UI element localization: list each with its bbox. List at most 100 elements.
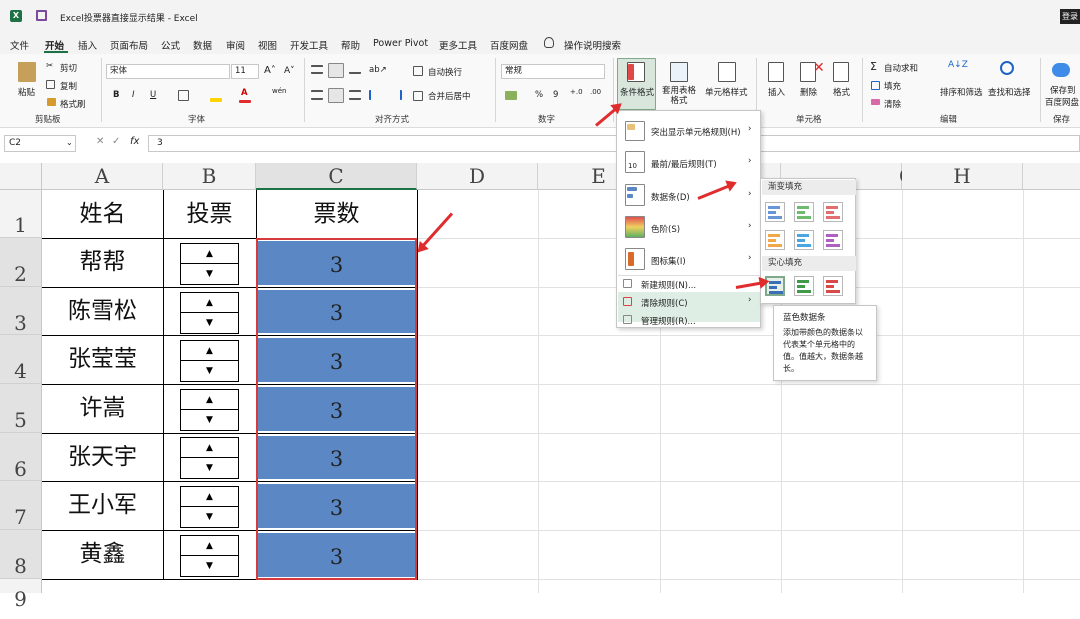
name-cell[interactable]: 帮帮 [42, 238, 163, 287]
save-icon[interactable] [36, 10, 47, 21]
save-to-label[interactable]: 保存到 [1050, 84, 1076, 96]
tab-home[interactable]: 开始 [45, 38, 64, 52]
orientation-icon[interactable]: ab↗ [369, 65, 387, 75]
row-header-6[interactable]: 6 [0, 433, 42, 481]
row-header-8[interactable]: 8 [0, 530, 42, 579]
enter-icon[interactable]: ✓ [112, 136, 120, 147]
header-cell-count[interactable]: 票数 [256, 190, 417, 238]
tab-baidu-netdisk[interactable]: 百度网盘 [490, 38, 528, 52]
header-cell-vote[interactable]: 投票 [163, 190, 256, 238]
align-left-icon[interactable] [311, 90, 323, 100]
name-cell[interactable]: 张莹莹 [42, 335, 163, 384]
tell-me-search[interactable]: 操作说明搜索 [564, 38, 621, 52]
menu-item-highlight-rules[interactable]: 突出显示单元格规则(H) [651, 126, 794, 138]
insert-function-button[interactable]: fx [130, 136, 139, 147]
gradient-blue-bar-option[interactable] [765, 202, 785, 222]
spinner-up-button[interactable]: ▲ [181, 341, 238, 361]
vote-spinner[interactable]: ▲ ▼ [180, 340, 239, 382]
underline-button[interactable]: U [150, 90, 156, 100]
insert-cells-icon[interactable] [768, 62, 784, 82]
merge-center-icon[interactable] [413, 91, 423, 101]
gradient-lightblue-bar-option[interactable] [794, 230, 814, 250]
spinner-down-button[interactable]: ▼ [181, 313, 238, 333]
merge-center-button[interactable]: 合并后居中 [428, 90, 471, 102]
name-cell[interactable]: 黄鑫 [42, 530, 163, 579]
cell-styles-button[interactable]: 单元格样式 [705, 86, 748, 98]
row-header-5[interactable]: 5 [0, 384, 42, 433]
spinner-down-button[interactable]: ▼ [181, 264, 238, 284]
menu-item-manage-rules[interactable]: 管理规则(R)... [641, 315, 784, 327]
clear-button[interactable]: 清除 [884, 98, 901, 110]
fill-color-icon[interactable] [210, 98, 222, 102]
spinner-down-button[interactable]: ▼ [181, 507, 238, 527]
cancel-icon[interactable]: ✕ [96, 136, 104, 147]
cut-icon[interactable]: ✂ [46, 61, 53, 71]
spinner-down-button[interactable]: ▼ [181, 410, 238, 430]
tab-insert[interactable]: 插入 [78, 38, 97, 52]
grow-font-icon[interactable]: A˄ [264, 65, 276, 76]
login-button[interactable]: 登录 [1060, 9, 1080, 24]
autosum-icon[interactable]: Σ [870, 60, 877, 73]
sort-filter-button[interactable]: 排序和筛选 [940, 86, 983, 98]
vote-spinner[interactable]: ▲ ▼ [180, 535, 239, 577]
spinner-up-button[interactable]: ▲ [181, 536, 238, 556]
shrink-font-icon[interactable]: A˅ [284, 66, 295, 76]
spinner-up-button[interactable]: ▲ [181, 293, 238, 313]
vote-spinner[interactable]: ▲ ▼ [180, 243, 239, 285]
bold-button[interactable]: B [113, 90, 119, 100]
tab-page-layout[interactable]: 页面布局 [110, 38, 148, 52]
col-header-c[interactable]: C [256, 163, 417, 190]
align-center-icon[interactable] [328, 88, 344, 103]
col-header-a[interactable]: A [42, 163, 163, 190]
row-header-2[interactable]: 2 [0, 238, 42, 287]
solid-red-bar-option[interactable] [823, 276, 843, 296]
spinner-up-button[interactable]: ▲ [181, 390, 238, 410]
tab-developer[interactable]: 开发工具 [290, 38, 328, 52]
cut-button[interactable]: 剪切 [60, 62, 77, 74]
font-size-select[interactable]: 11 [231, 64, 259, 79]
border-icon[interactable] [178, 90, 189, 101]
clear-icon[interactable] [871, 99, 880, 105]
tab-help[interactable]: 帮助 [341, 38, 360, 52]
chevron-down-icon[interactable]: ⌄ [66, 138, 73, 147]
col-header-b[interactable]: B [163, 163, 256, 190]
menu-item-top-bottom[interactable]: 最前/最后规则(T) [651, 158, 794, 170]
spinner-up-button[interactable]: ▲ [181, 438, 238, 458]
solid-green-bar-option[interactable] [794, 276, 814, 296]
vote-spinner[interactable]: ▲ ▼ [180, 292, 239, 334]
name-cell[interactable]: 王小军 [42, 481, 163, 530]
name-cell[interactable]: 陈雪松 [42, 287, 163, 335]
sort-filter-icon[interactable]: A↓Z [948, 60, 968, 70]
fill-icon[interactable] [871, 81, 880, 90]
col-header-i[interactable] [1023, 163, 1080, 190]
tab-power-pivot[interactable]: Power Pivot [373, 38, 428, 49]
spinner-up-button[interactable]: ▲ [181, 244, 238, 264]
increase-indent-icon[interactable] [390, 90, 402, 100]
table-format-button[interactable]: 套用表格格式 [658, 86, 700, 106]
row-header-1[interactable]: 1 [0, 190, 42, 238]
increase-decimal-icon[interactable]: +.0 [570, 88, 583, 96]
autosum-button[interactable]: 自动求和 [884, 62, 918, 74]
paste-button[interactable]: 粘贴 [18, 86, 35, 98]
find-select-button[interactable]: 查找和选择 [988, 86, 1031, 98]
row-header-3[interactable]: 3 [0, 287, 42, 335]
align-right-icon[interactable] [349, 90, 361, 100]
tab-more-tools[interactable]: 更多工具 [439, 38, 477, 52]
wrap-text-button[interactable]: 自动换行 [428, 66, 462, 78]
formula-input[interactable]: 3 [148, 135, 1080, 152]
font-name-select[interactable]: 宋体 [106, 64, 230, 79]
spinner-down-button[interactable]: ▼ [181, 556, 238, 576]
header-cell-name[interactable]: 姓名 [42, 190, 163, 238]
font-color-button[interactable]: A [241, 88, 248, 98]
vote-spinner[interactable]: ▲ ▼ [180, 389, 239, 431]
baidu-cloud-icon[interactable] [1052, 63, 1070, 77]
decrease-decimal-icon[interactable]: .00 [590, 88, 601, 96]
insert-cells-button[interactable]: 插入 [768, 86, 785, 98]
phonetic-button[interactable]: wén [272, 87, 286, 95]
gradient-green-bar-option[interactable] [794, 202, 814, 222]
currency-icon[interactable] [505, 91, 517, 100]
delete-cells-button[interactable]: 删除 [800, 86, 817, 98]
vote-spinner[interactable]: ▲ ▼ [180, 437, 239, 479]
format-painter-icon[interactable] [47, 98, 56, 106]
decrease-indent-icon[interactable] [369, 90, 381, 100]
